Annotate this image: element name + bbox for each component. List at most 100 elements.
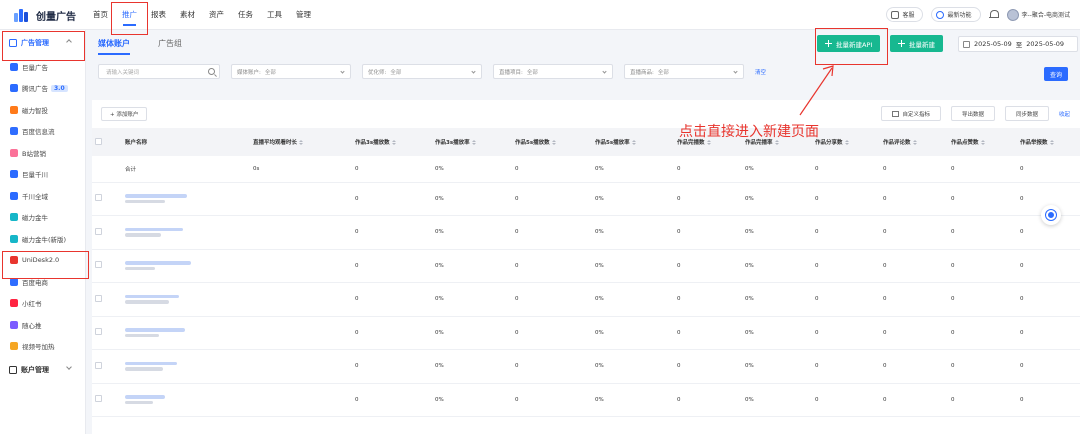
- live-project-select[interactable]: 直播项目: 全部: [493, 64, 613, 79]
- nav-manage[interactable]: 管理: [289, 0, 318, 30]
- column-header[interactable]: 作品5s播放率: [592, 128, 674, 156]
- sidebar-item[interactable]: 视频号加热: [0, 336, 85, 358]
- account-name-cell[interactable]: [122, 215, 250, 250]
- account-name-cell[interactable]: [122, 282, 250, 317]
- sidebar-item[interactable]: 磁力智投: [0, 99, 85, 121]
- account-name-cell[interactable]: [122, 383, 250, 417]
- sort-icon[interactable]: [631, 140, 636, 145]
- row-checkbox[interactable]: [95, 261, 102, 269]
- custom-metrics-button[interactable]: 自定义指标: [881, 106, 941, 121]
- row-checkbox[interactable]: [95, 194, 102, 202]
- metric-cell: 0: [948, 383, 1017, 417]
- sidebar-item-label: 磁力金牛: [22, 214, 48, 223]
- sidebar-item[interactable]: 千川全域: [0, 185, 85, 207]
- column-header[interactable]: 作品5s播放数: [512, 128, 592, 156]
- sidebar-item[interactable]: 百度电商: [0, 271, 85, 293]
- sort-icon[interactable]: [551, 140, 556, 145]
- row-checkbox[interactable]: [95, 227, 102, 235]
- sidebar-item[interactable]: 巨量千川: [0, 164, 85, 186]
- summary-cell: 0: [948, 156, 1017, 183]
- table-row[interactable]: 0 0% 0 0% 0 0% 0 0 0 0: [92, 182, 1080, 216]
- redacted-account-id: [125, 233, 161, 237]
- sidebar-group-account-management[interactable]: 账户管理: [0, 357, 85, 383]
- batch-create-api-button[interactable]: 批量新建API: [817, 35, 881, 52]
- nav-promotion[interactable]: 推广: [115, 0, 144, 30]
- summary-cell: 0s: [250, 156, 352, 183]
- sidebar-item[interactable]: 腾讯广告 3.0: [0, 78, 85, 100]
- sidebar-item-label: UniDesk2.0: [22, 256, 60, 265]
- column-header[interactable]: 作品举报数: [1017, 128, 1080, 156]
- row-checkbox[interactable]: [95, 328, 102, 336]
- new-features-button[interactable]: 最新功能: [931, 7, 981, 22]
- sort-icon[interactable]: [471, 140, 476, 145]
- tab-media-accounts[interactable]: 媒体账户: [98, 38, 130, 55]
- row-checkbox[interactable]: [95, 361, 102, 369]
- metric-cell: 0: [812, 349, 880, 384]
- date-range-picker[interactable]: 2025-05-09 至 2025-05-09: [958, 36, 1078, 52]
- column-header[interactable]: 作品点赞数: [948, 128, 1017, 156]
- search-button[interactable]: 查询: [1044, 67, 1068, 81]
- optimizer-select[interactable]: 优化师: 全部: [362, 64, 482, 79]
- row-checkbox[interactable]: [95, 395, 102, 403]
- filter-label: 直播项目:: [499, 69, 523, 76]
- media-account-select[interactable]: 媒体账户: 全部: [231, 64, 351, 79]
- add-account-button[interactable]: + 添加账户: [101, 107, 148, 121]
- sort-icon[interactable]: [1049, 140, 1054, 145]
- nav-reports[interactable]: 报表: [144, 0, 173, 30]
- metric-cell: 0%: [592, 383, 674, 417]
- select-all-checkbox[interactable]: [95, 137, 102, 145]
- sort-icon[interactable]: [391, 140, 396, 145]
- account-name-cell[interactable]: [122, 182, 250, 216]
- nav-assets[interactable]: 资产: [202, 0, 231, 30]
- column-header[interactable]: 作品评论数: [880, 128, 948, 156]
- sidebar-item[interactable]: 磁力金牛(新版): [0, 228, 85, 250]
- sidebar-item[interactable]: B站营销: [0, 142, 85, 164]
- column-header[interactable]: 直播平均观看时长: [250, 128, 352, 156]
- nav-tasks[interactable]: 任务: [231, 0, 260, 30]
- sidebar-group-ad-management[interactable]: 广告管理: [0, 30, 85, 56]
- table-row[interactable]: 0 0% 0 0% 0 0% 0 0 0 0: [92, 316, 1080, 350]
- sidebar-item[interactable]: 随心推: [0, 314, 85, 336]
- tab-ad-groups[interactable]: 广告组: [158, 38, 182, 55]
- column-header[interactable]: 作品3s播放率: [432, 128, 512, 156]
- user-menu[interactable]: 李--聚合-电商测试: [1006, 8, 1070, 21]
- clear-filters-link[interactable]: 清空: [755, 68, 766, 76]
- account-name-cell[interactable]: [122, 316, 250, 350]
- sidebar-item[interactable]: 小红书: [0, 293, 85, 315]
- chevron-down-icon: [66, 364, 72, 370]
- export-data-button[interactable]: 导出数据: [950, 106, 995, 121]
- sort-icon[interactable]: [912, 140, 917, 145]
- sidebar-item[interactable]: 巨量广告: [0, 56, 85, 78]
- metric-cell: 0%: [432, 383, 512, 417]
- nav-materials[interactable]: 素材: [173, 0, 202, 30]
- table-row[interactable]: 0 0% 0 0% 0 0% 0 0 0 0: [92, 282, 1080, 317]
- bell-icon[interactable]: [988, 9, 999, 20]
- app-logo[interactable]: 创量广告: [14, 8, 76, 23]
- nav-home[interactable]: 首页: [86, 0, 115, 30]
- batch-create-button[interactable]: 批量新建: [890, 35, 943, 52]
- account-name-cell[interactable]: [122, 249, 250, 283]
- table-row[interactable]: 0 0% 0 0% 0 0% 0 0 0 0: [92, 383, 1080, 417]
- table-row[interactable]: 0 0% 0 0% 0 0% 0 0 0 0: [92, 249, 1080, 283]
- chat-bubble-icon: [1046, 210, 1056, 220]
- table-row[interactable]: 0 0% 0 0% 0 0% 0 0 0 0: [92, 215, 1080, 250]
- customer-service-button[interactable]: 客服: [886, 7, 924, 22]
- row-checkbox[interactable]: [95, 294, 102, 302]
- live-product-select[interactable]: 直播商品: 全部: [624, 64, 744, 79]
- sidebar-item[interactable]: 百度信息流: [0, 121, 85, 143]
- column-header[interactable]: 作品3s播放数: [352, 128, 432, 156]
- account-name-cell[interactable]: [122, 349, 250, 384]
- table-row[interactable]: 0 0% 0 0% 0 0% 0 0 0 0: [92, 349, 1080, 384]
- chat-float-button[interactable]: [1041, 205, 1061, 225]
- keyword-search-input[interactable]: 请输入关键词: [98, 64, 220, 79]
- sidebar-item[interactable]: 磁力金牛: [0, 207, 85, 229]
- sort-icon[interactable]: [980, 140, 985, 145]
- nav-tools[interactable]: 工具: [260, 0, 289, 30]
- sidebar-item[interactable]: UniDesk2.0: [0, 250, 85, 272]
- sync-data-button[interactable]: 同步数据: [1004, 106, 1049, 121]
- search-icon[interactable]: [208, 68, 215, 75]
- sort-icon[interactable]: [844, 140, 849, 145]
- sort-icon[interactable]: [299, 140, 304, 145]
- collapse-link[interactable]: 收起: [1059, 110, 1070, 118]
- column-header[interactable]: 作品分享数: [812, 128, 880, 156]
